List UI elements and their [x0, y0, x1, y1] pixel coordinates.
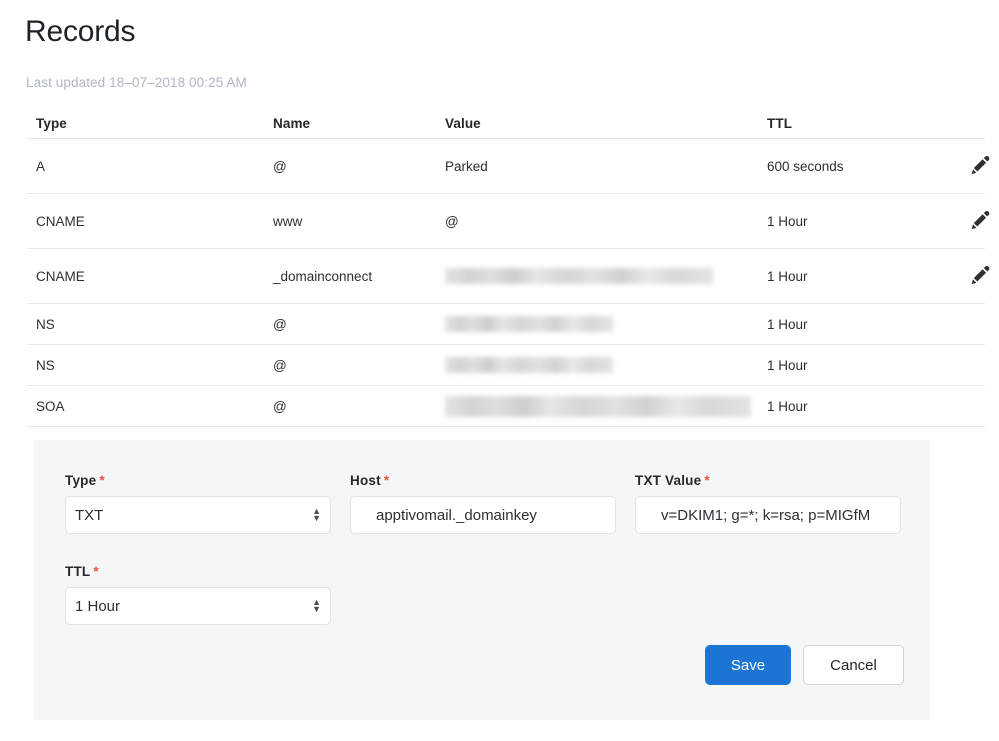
cell-value: [445, 396, 767, 417]
cell-ttl: 1 Hour: [767, 399, 942, 414]
cell-value: [445, 357, 767, 373]
label-ttl: TTL*: [65, 564, 331, 579]
field-ttl: TTL* 1 Hour ▲▼: [65, 564, 331, 625]
cell-type: CNAME: [27, 214, 273, 229]
cell-type: SOA: [27, 399, 273, 414]
ttl-select-value: 1 Hour: [75, 598, 120, 615]
cell-value: [445, 316, 767, 332]
host-input[interactable]: apptivomail._domainkey: [350, 496, 616, 534]
field-type: Type* TXT ▲▼: [65, 473, 331, 534]
form-actions: Save Cancel: [705, 645, 904, 685]
stepper-icon: ▲▼: [312, 508, 321, 522]
redacted-value: [445, 316, 613, 332]
table-row: A@Parked600 seconds: [27, 139, 985, 194]
table-row: NS@1 Hour: [27, 345, 985, 386]
column-header-type: Type: [27, 116, 273, 131]
label-txt-value: TXT Value*: [635, 473, 901, 488]
redacted-value: [445, 396, 751, 417]
pencil-icon[interactable]: [968, 263, 994, 289]
host-input-value: apptivomail._domainkey: [376, 507, 537, 524]
column-header-ttl: TTL: [767, 116, 942, 131]
cell-type: A: [27, 159, 273, 174]
label-host: Host*: [350, 473, 616, 488]
type-select-value: TXT: [75, 507, 103, 524]
records-page: Records Last updated 18–07–2018 00:25 AM…: [0, 0, 999, 741]
cell-name: www: [273, 214, 445, 229]
label-type: Type*: [65, 473, 331, 488]
cell-value: [445, 268, 767, 284]
cell-name: @: [273, 159, 445, 174]
redacted-value: [445, 268, 713, 284]
records-table: Type Name Value TTL A@Parked600 secondsC…: [27, 108, 985, 427]
table-row: SOA@1 Hour: [27, 386, 985, 427]
record-edit-form: Type* TXT ▲▼ Host* apptivomail._domainke…: [34, 440, 930, 720]
required-asterisk: *: [93, 564, 98, 579]
pencil-icon[interactable]: [968, 153, 994, 179]
page-title: Records: [25, 13, 135, 51]
table-header-row: Type Name Value TTL: [27, 108, 985, 139]
cell-name: @: [273, 399, 445, 414]
field-host: Host* apptivomail._domainkey: [350, 473, 616, 534]
cell-value: Parked: [445, 159, 767, 174]
cell-ttl: 1 Hour: [767, 358, 942, 373]
stepper-icon: ▲▼: [312, 599, 321, 613]
required-asterisk: *: [384, 473, 389, 488]
cell-ttl: 1 Hour: [767, 214, 942, 229]
table-row: NS@1 Hour: [27, 304, 985, 345]
cell-name: @: [273, 358, 445, 373]
field-txt-value: TXT Value* v=DKIM1; g=*; k=rsa; p=MIGfM: [635, 473, 901, 534]
cell-type: NS: [27, 317, 273, 332]
table-body: A@Parked600 secondsCNAMEwww@1 HourCNAME_…: [27, 139, 985, 427]
cell-name: @: [273, 317, 445, 332]
redacted-value: [445, 357, 613, 373]
cell-ttl: 600 seconds: [767, 159, 942, 174]
last-updated-text: Last updated 18–07–2018 00:25 AM: [26, 74, 247, 92]
cell-ttl: 1 Hour: [767, 317, 942, 332]
pencil-icon[interactable]: [968, 208, 994, 234]
cell-ttl: 1 Hour: [767, 269, 942, 284]
cell-value: @: [445, 214, 767, 229]
cell-name: _domainconnect: [273, 269, 445, 284]
ttl-select[interactable]: 1 Hour ▲▼: [65, 587, 331, 625]
txt-value-input[interactable]: v=DKIM1; g=*; k=rsa; p=MIGfM: [635, 496, 901, 534]
type-select[interactable]: TXT ▲▼: [65, 496, 331, 534]
column-header-value: Value: [445, 116, 767, 131]
cell-type: CNAME: [27, 269, 273, 284]
table-row: CNAME_domainconnect 1 Hour: [27, 249, 985, 304]
txt-value-input-value: v=DKIM1; g=*; k=rsa; p=MIGfM: [661, 507, 870, 524]
column-header-name: Name: [273, 116, 445, 131]
save-button[interactable]: Save: [705, 645, 791, 685]
table-row: CNAMEwww@1 Hour: [27, 194, 985, 249]
required-asterisk: *: [99, 473, 104, 488]
cell-type: NS: [27, 358, 273, 373]
required-asterisk: *: [704, 473, 709, 488]
cancel-button[interactable]: Cancel: [803, 645, 904, 685]
